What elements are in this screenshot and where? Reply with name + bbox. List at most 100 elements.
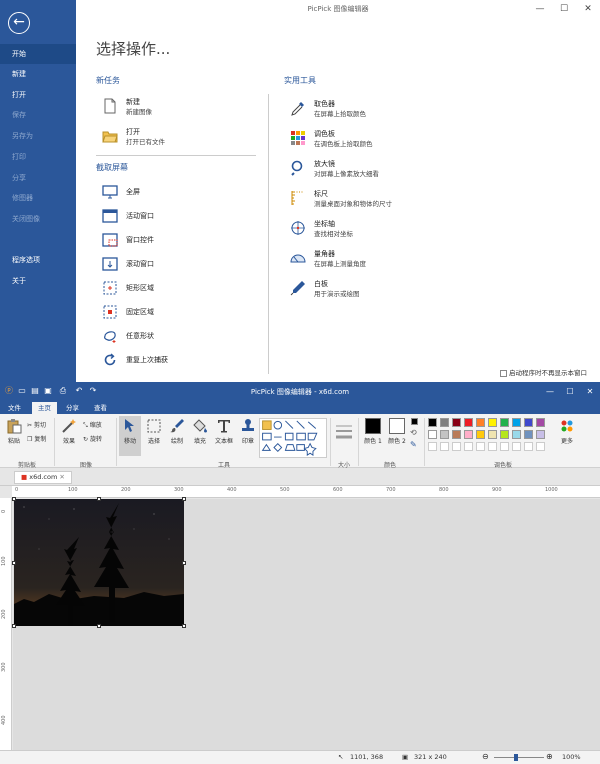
- cut-button[interactable]: ✂ 剪切: [27, 420, 46, 429]
- tab-view[interactable]: 查看: [88, 402, 113, 414]
- resize-handle[interactable]: [97, 624, 101, 628]
- zoom-slider[interactable]: [494, 757, 544, 758]
- minimize-button[interactable]: —: [528, 0, 552, 18]
- copy-button[interactable]: ❐ 复制: [27, 434, 46, 443]
- resize-handle[interactable]: [182, 497, 186, 501]
- palette-swatch-empty[interactable]: [500, 442, 509, 451]
- close-tab-icon[interactable]: ✕: [59, 473, 64, 481]
- palette-swatch[interactable]: [512, 430, 521, 439]
- move-tool-button[interactable]: 移动: [119, 416, 141, 456]
- option-repeat-last[interactable]: 重复上次捕获: [102, 350, 252, 374]
- small-color-swatch[interactable]: [411, 418, 418, 425]
- close-button[interactable]: ✕: [576, 0, 600, 18]
- color2-button[interactable]: 颜色 2: [386, 418, 408, 445]
- palette-swatch-empty[interactable]: [476, 442, 485, 451]
- palette-swatch[interactable]: [476, 430, 485, 439]
- document-tab[interactable]: ■ x6d.com ✕: [14, 471, 72, 484]
- palette-swatch[interactable]: [500, 430, 509, 439]
- sidebar-item-new[interactable]: 新建: [0, 64, 76, 84]
- option-fullscreen[interactable]: 全屏: [102, 182, 252, 206]
- sidebar-item-about[interactable]: 关于: [0, 271, 76, 291]
- palette-swatch[interactable]: [464, 430, 473, 439]
- palette-swatch[interactable]: [452, 430, 461, 439]
- shapes-gallery[interactable]: [259, 418, 327, 458]
- sidebar-item-save-as[interactable]: 另存为: [0, 126, 76, 146]
- resize-handle[interactable]: [12, 497, 16, 501]
- swap-colors-icon[interactable]: ⟲: [410, 428, 417, 437]
- palette-swatch-empty[interactable]: [536, 442, 545, 451]
- select-tool-button[interactable]: 选择: [144, 418, 164, 445]
- startup-checkbox[interactable]: 启动程序时不再显示本窗口: [500, 367, 587, 377]
- palette-swatch[interactable]: [428, 430, 437, 439]
- effects-button[interactable]: 效果: [58, 418, 80, 445]
- canvas-area[interactable]: [12, 497, 600, 754]
- sidebar-item-options[interactable]: 程序选项: [0, 250, 76, 270]
- zoom-out-button[interactable]: ⊖: [482, 752, 489, 761]
- palette-swatch[interactable]: [428, 418, 437, 427]
- palette-swatch[interactable]: [524, 430, 533, 439]
- sidebar-item-print[interactable]: 打印: [0, 147, 76, 167]
- palette-swatch-empty[interactable]: [512, 442, 521, 451]
- palette-swatch[interactable]: [464, 418, 473, 427]
- back-arrow-icon[interactable]: ←: [8, 12, 30, 34]
- sidebar-item-retouch[interactable]: 修图器: [0, 188, 76, 208]
- option-magnifier[interactable]: 放大镜 对屏幕上像素放大细看: [290, 158, 460, 182]
- sidebar-item-save[interactable]: 保存: [0, 105, 76, 125]
- palette-swatch[interactable]: [524, 418, 533, 427]
- zoom-slider-thumb[interactable]: [514, 754, 518, 761]
- fill-tool-button[interactable]: 填充: [190, 418, 210, 445]
- resize-handle[interactable]: [12, 561, 16, 565]
- option-whiteboard[interactable]: 白板 用于演示或绘图: [290, 278, 460, 302]
- tab-file[interactable]: 文件: [2, 402, 27, 414]
- resize-handle[interactable]: [12, 624, 16, 628]
- zoom-in-button[interactable]: ⊕: [546, 752, 553, 761]
- option-active-window[interactable]: 活动窗口: [102, 206, 252, 230]
- option-new[interactable]: 新建 新建图像: [102, 96, 252, 120]
- tab-share[interactable]: 分享: [60, 402, 85, 414]
- palette-swatch[interactable]: [476, 418, 485, 427]
- option-open[interactable]: 打开 打开已有文件: [102, 126, 252, 150]
- stamp-tool-button[interactable]: 印章: [238, 418, 258, 445]
- palette-swatch-empty[interactable]: [452, 442, 461, 451]
- palette-swatch[interactable]: [440, 418, 449, 427]
- more-colors-button[interactable]: 更多: [556, 418, 578, 445]
- option-scroll-window[interactable]: 滚动窗口: [102, 254, 252, 278]
- palette-swatch-empty[interactable]: [440, 442, 449, 451]
- palette-swatch-empty[interactable]: [428, 442, 437, 451]
- option-window-control[interactable]: 窗口控件: [102, 230, 252, 254]
- line-size-icon[interactable]: [334, 422, 354, 442]
- palette-swatch-empty[interactable]: [464, 442, 473, 451]
- palette-swatch[interactable]: [488, 418, 497, 427]
- resize-button[interactable]: ⤡ 缩放: [83, 420, 102, 430]
- checkbox-icon[interactable]: [500, 369, 507, 377]
- palette-swatch[interactable]: [536, 430, 545, 439]
- palette-swatch[interactable]: [488, 430, 497, 439]
- resize-handle[interactable]: [97, 497, 101, 501]
- textbox-tool-button[interactable]: 文本框: [212, 418, 236, 445]
- option-palette[interactable]: 调色板 在调色板上拾取颜色: [290, 128, 460, 152]
- palette-swatch[interactable]: [512, 418, 521, 427]
- rotate-button[interactable]: ↻ 旋转: [83, 434, 102, 443]
- palette-swatch[interactable]: [500, 418, 509, 427]
- color1-button[interactable]: 颜色 1: [362, 418, 384, 445]
- resize-handle[interactable]: [182, 561, 186, 565]
- close-button[interactable]: ✕: [580, 382, 600, 402]
- option-ruler[interactable]: 标尺 测量桌面对象和物体的尺寸: [290, 188, 460, 212]
- maximize-button[interactable]: ☐: [560, 382, 580, 402]
- paste-button[interactable]: 粘贴: [4, 418, 24, 445]
- option-fixed-region[interactable]: 固定区域: [102, 302, 252, 326]
- option-rect-region[interactable]: 矩形区域: [102, 278, 252, 302]
- palette-swatch[interactable]: [536, 418, 545, 427]
- eyedropper-icon[interactable]: ✎: [410, 440, 417, 449]
- palette-swatch[interactable]: [440, 430, 449, 439]
- option-crosshair[interactable]: 坐标轴 查找相对坐标: [290, 218, 460, 242]
- option-freehand[interactable]: 任意形状: [102, 326, 252, 350]
- palette-swatch-empty[interactable]: [488, 442, 497, 451]
- sidebar-item-close-image[interactable]: 关闭图像: [0, 209, 76, 229]
- maximize-button[interactable]: ☐: [552, 0, 576, 18]
- option-protractor[interactable]: 量角器 在屏幕上测量角度: [290, 248, 460, 272]
- sidebar-item-open[interactable]: 打开: [0, 85, 76, 105]
- draw-tool-button[interactable]: 绘制: [167, 418, 187, 445]
- sidebar-item-share[interactable]: 分享: [0, 168, 76, 188]
- tab-home[interactable]: 主页: [32, 402, 57, 414]
